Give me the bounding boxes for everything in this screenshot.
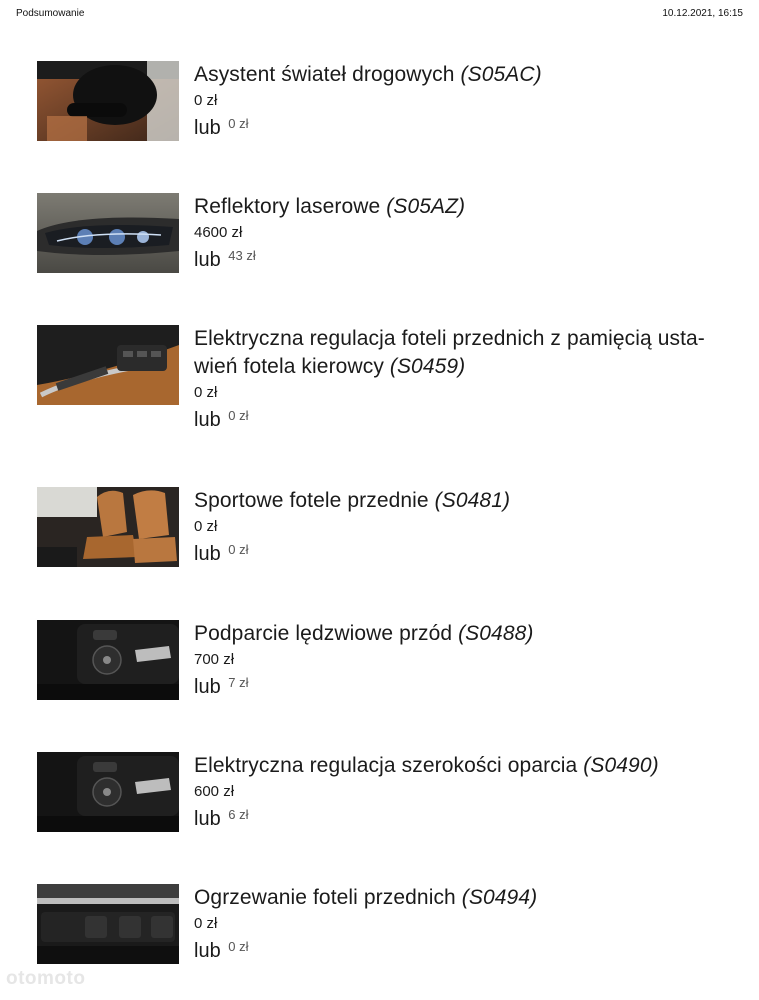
option-code: (S0490): [583, 754, 659, 777]
option-price: 0 zł: [194, 518, 218, 535]
alt-label: lub: [194, 940, 221, 962]
seat-controls-photo: [37, 752, 179, 832]
option-price: 4600 zł: [194, 224, 243, 241]
alt-price: 0 zł: [228, 542, 249, 557]
alt-label: lub: [194, 543, 221, 565]
seat-heating-buttons-photo: [37, 884, 179, 964]
alt-price: 6 zł: [228, 807, 249, 822]
print-header: Podsumowanie 10.12.2021, 16:15: [0, 0, 759, 24]
interior-mirror-photo: [37, 61, 179, 141]
sport-seats-photo: [37, 487, 179, 567]
option-price: 0 zł: [194, 915, 218, 932]
option-name: Elektryczna regulacja foteli przednich z…: [194, 327, 705, 350]
alt-label: lub: [194, 409, 221, 431]
alt-label: lub: [194, 676, 221, 698]
option-name-line2: wień fotela kierowcy: [194, 355, 384, 378]
print-datetime: 10.12.2021, 16:15: [662, 8, 743, 19]
option-code: (S05AZ): [386, 195, 466, 218]
option-code: (S0494): [461, 886, 538, 909]
alt-price: 0 zł: [228, 939, 249, 954]
page-title: Podsumowanie: [16, 8, 85, 19]
alt-price: 7 zł: [228, 675, 249, 690]
seat-controls-photo: [37, 620, 179, 700]
option-name: Elektryczna regulacja szerokości oparcia: [194, 754, 578, 777]
alt-price: 0 zł: [228, 408, 249, 423]
watermark-logo: otomoto: [6, 968, 86, 989]
option-name: Podparcie lędzwiowe przód: [194, 622, 453, 645]
door-panel-memory-buttons-photo: [37, 325, 179, 405]
option-name: Ogrzewanie foteli przednich: [194, 886, 456, 909]
option-price: 0 zł: [194, 92, 218, 109]
alt-label: lub: [194, 117, 221, 139]
alt-label: lub: [194, 808, 221, 830]
option-code: (S0481): [434, 489, 511, 512]
option-code: (S0488): [458, 622, 534, 645]
option-name: Asystent świateł drogowych: [194, 63, 455, 86]
alt-price: 0 zł: [228, 116, 249, 131]
option-code: (S05AC): [460, 63, 542, 86]
alt-label: lub: [194, 249, 221, 271]
alt-price: 43 zł: [228, 248, 256, 263]
option-price: 600 zł: [194, 783, 235, 800]
laser-headlight-photo: [37, 193, 179, 273]
option-price: 0 zł: [194, 384, 218, 401]
option-name: Reflektory laserowe: [194, 195, 381, 218]
option-price: 700 zł: [194, 651, 235, 668]
option-code: (S0459): [389, 355, 466, 378]
option-name: Sportowe fotele przednie: [194, 489, 429, 512]
